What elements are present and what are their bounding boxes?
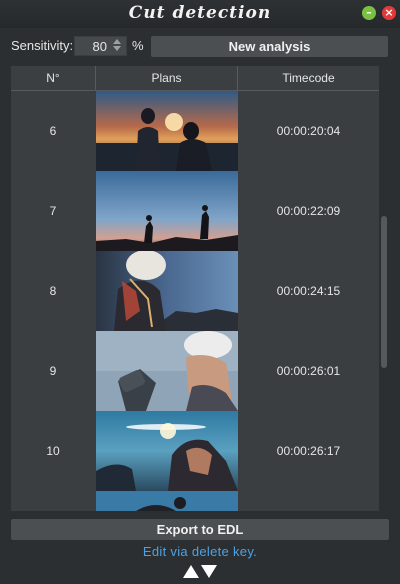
close-icon[interactable]: × — [382, 6, 396, 20]
column-header-timecode[interactable]: Timecode — [238, 66, 379, 90]
table-row[interactable]: 8 00:00:24:15 — [11, 251, 379, 331]
sensitivity-spinbox[interactable]: 80 — [74, 36, 127, 56]
row-number: 9 — [49, 364, 57, 378]
arrow-up-icon[interactable] — [183, 565, 199, 578]
row-number: 7 — [49, 204, 57, 218]
row-number: 8 — [49, 284, 57, 298]
minimize-icon[interactable]: – — [362, 6, 376, 20]
table-row[interactable]: 9 00:00:26:01 — [11, 331, 379, 411]
new-analysis-button[interactable]: New analysis — [151, 36, 388, 57]
percent-unit: % — [132, 38, 144, 53]
shot-thumbnail — [96, 251, 238, 331]
row-timecode: 00:00:26:17 — [276, 444, 341, 458]
title-bar: Cut detection – × — [0, 0, 400, 28]
row-number: 6 — [49, 124, 57, 138]
table-row[interactable]: 7 00:00:22:09 — [11, 171, 379, 251]
cut-table: N° Plans Timecode 6 00:00:20:04 7 00:00:… — [11, 66, 379, 511]
scrollbar-thumb[interactable] — [381, 216, 387, 368]
table-header: N° Plans Timecode — [11, 66, 379, 91]
export-edl-button[interactable]: Export to EDL — [11, 519, 389, 540]
table-row[interactable]: 6 00:00:20:04 — [11, 91, 379, 171]
spin-down-icon[interactable] — [113, 46, 121, 51]
window-title: Cut detection — [128, 3, 272, 23]
shot-thumbnail — [96, 491, 238, 511]
arrow-down-icon[interactable] — [201, 565, 217, 578]
sensitivity-value[interactable]: 80 — [75, 39, 107, 54]
column-header-number[interactable]: N° — [11, 66, 96, 90]
table-scrollbar[interactable] — [379, 66, 389, 511]
spin-up-icon[interactable] — [113, 39, 121, 44]
row-timecode: 00:00:24:15 — [276, 284, 341, 298]
column-header-plans[interactable]: Plans — [96, 66, 238, 90]
spin-arrows[interactable] — [112, 39, 122, 53]
toolbar: Sensitivity: 80 % New analysis — [0, 33, 400, 59]
sensitivity-label: Sensitivity: — [11, 38, 74, 53]
row-timecode: 00:00:22:09 — [276, 204, 341, 218]
row-number: 10 — [46, 444, 60, 458]
row-timecode: 00:00:20:04 — [276, 124, 341, 138]
edit-hint: Edit via delete key. — [142, 544, 258, 559]
shot-thumbnail — [96, 171, 238, 251]
shot-thumbnail — [96, 91, 238, 171]
row-timecode: 00:00:26:01 — [276, 364, 341, 378]
table-row[interactable]: 10 00:00:26:17 — [11, 411, 379, 491]
table-row[interactable] — [11, 491, 379, 511]
nav-arrows — [183, 565, 219, 579]
shot-thumbnail — [96, 411, 238, 491]
shot-thumbnail — [96, 331, 238, 411]
